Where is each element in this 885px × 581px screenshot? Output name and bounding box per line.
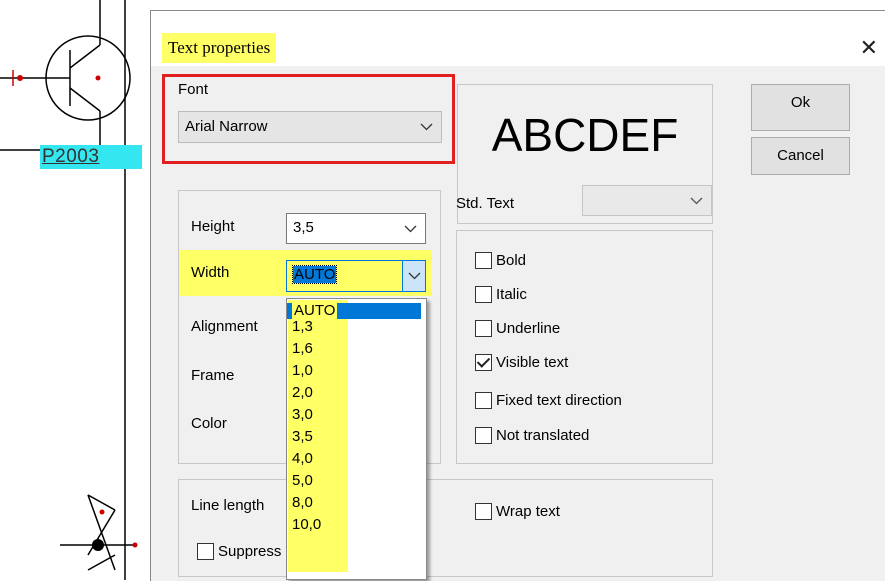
wrap-text-label: Wrap text — [496, 503, 560, 520]
height-label: Height — [191, 218, 235, 235]
italic-checkbox[interactable]: Italic — [475, 286, 527, 303]
checkbox-box — [475, 286, 492, 303]
dropdown-option[interactable]: 8,0 — [287, 495, 313, 511]
checkbox-box — [475, 252, 492, 269]
font-label: Font — [178, 81, 209, 98]
dropdown-option[interactable]: 3,0 — [287, 407, 313, 423]
alignment-label: Alignment — [191, 318, 258, 335]
bold-checkbox[interactable]: Bold — [475, 252, 526, 269]
dropdown-option[interactable]: 4,0 — [287, 451, 313, 467]
frame-label: Frame — [191, 367, 235, 384]
line-length-label: Line length — [191, 497, 265, 514]
chevron-down-icon — [404, 214, 417, 243]
checkbox-box — [475, 320, 492, 337]
dropdown-option[interactable]: 10,0 — [287, 517, 321, 533]
width-dropdown-list: AUTO 1,3 1,6 1,0 2,0 3,0 3,5 4,0 5,0 8,0… — [286, 298, 427, 580]
checkbox-box — [475, 427, 492, 444]
underline-label: Underline — [496, 320, 561, 337]
underline-checkbox[interactable]: Underline — [475, 320, 560, 337]
font-select-value: Arial Narrow — [185, 118, 268, 135]
italic-label: Italic — [496, 286, 527, 303]
chevron-down-icon — [690, 186, 703, 215]
schematic-drawing — [0, 0, 138, 580]
dropdown-option[interactable]: AUTO — [287, 302, 421, 319]
chevron-down-icon — [420, 112, 433, 142]
bold-label: Bold — [496, 252, 527, 269]
checkbox-box — [475, 503, 492, 520]
std-text-select[interactable] — [582, 185, 712, 216]
chevron-down-icon[interactable] — [402, 261, 425, 291]
not-translated-checkbox[interactable]: Not translated — [475, 427, 589, 444]
dropdown-option[interactable]: 1,6 — [287, 341, 313, 357]
line-group — [178, 479, 713, 577]
not-translated-label: Not translated — [496, 427, 590, 444]
width-select-value: AUTO — [291, 265, 338, 284]
component-label-p2003: P2003 — [40, 145, 142, 169]
fixed-text-direction-label: Fixed text direction — [496, 392, 622, 409]
width-label: Width — [191, 264, 230, 281]
fixed-text-direction-checkbox[interactable]: Fixed text direction — [475, 392, 622, 409]
dialog-title: Text properties — [162, 33, 277, 63]
cancel-button[interactable]: Cancel — [751, 137, 850, 175]
dropdown-option[interactable]: 5,0 — [287, 473, 313, 489]
title-bar: Text properties ✕ — [151, 11, 885, 66]
checkbox-box — [197, 543, 214, 560]
visible-text-label: Visible text — [496, 354, 569, 371]
dropdown-option[interactable]: 1,3 — [287, 319, 313, 335]
dropdown-option[interactable]: 3,5 — [287, 429, 313, 445]
visible-text-checkbox[interactable]: Visible text — [475, 354, 568, 371]
text-properties-dialog: Text properties ✕ Font Arial Narrow ABCD… — [150, 10, 885, 581]
checkbox-box — [475, 392, 492, 409]
dropdown-option[interactable]: 2,0 — [287, 385, 313, 401]
ok-button[interactable]: Ok — [751, 84, 850, 131]
close-icon[interactable]: ✕ — [860, 37, 878, 59]
height-select[interactable]: 3,5 — [286, 213, 426, 244]
color-label: Color — [191, 415, 227, 432]
wrap-text-checkbox[interactable]: Wrap text — [475, 503, 560, 520]
std-text-label: Std. Text — [456, 195, 515, 212]
width-select[interactable]: AUTO — [286, 260, 426, 292]
height-select-value: 3,5 — [293, 219, 314, 236]
dropdown-option[interactable]: 1,0 — [287, 363, 313, 379]
font-select[interactable]: Arial Narrow — [178, 111, 442, 143]
checkmark-icon — [475, 354, 492, 371]
